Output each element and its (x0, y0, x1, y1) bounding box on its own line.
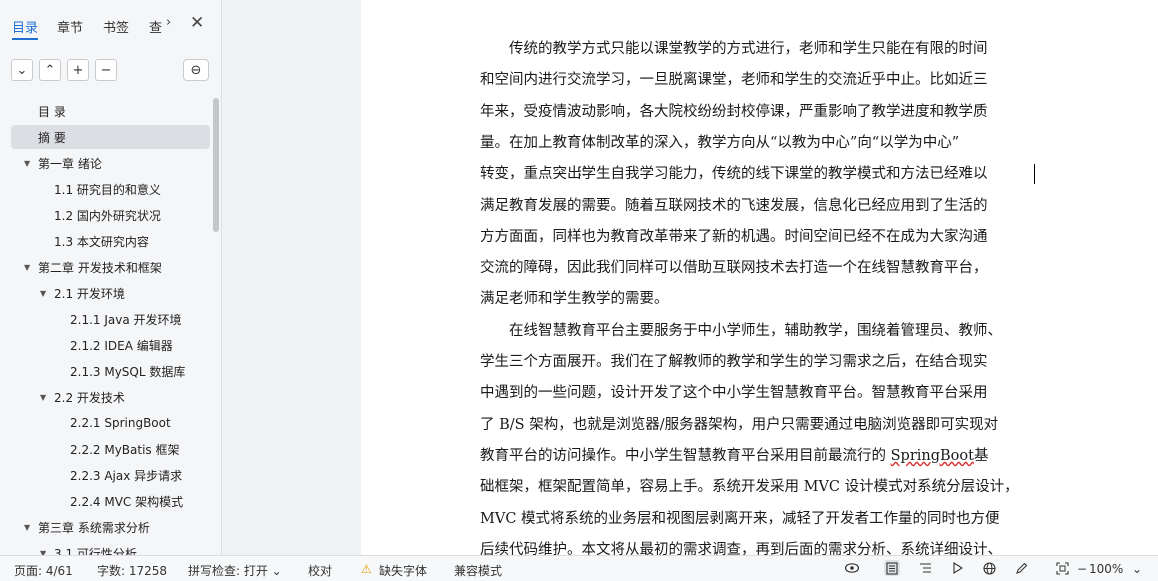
toc-item-label: 3.1 可行性分析 (54, 546, 137, 556)
zoom-out-button[interactable]: − (1077, 562, 1087, 576)
tab-toc[interactable]: 目录 (12, 17, 38, 36)
active-tab-indicator (12, 38, 38, 40)
toc-item-label: 2.2.2 MyBatis 框架 (70, 442, 180, 457)
toc-item[interactable]: 2.2.4 MVC 架构模式 (11, 489, 210, 513)
toc-item-label: 第三章 系统需求分析 (38, 520, 150, 535)
toc-item[interactable]: 目 录 (11, 99, 210, 123)
toc-list: 目 录摘 要 ▼ 第一章 绪论 1.1 研究目的和意义 1.2 国内外研究状况 1.3 本… (0, 98, 222, 555)
misspelled-word[interactable]: SpringBoot (891, 448, 974, 464)
document-page[interactable]: ⠿ 传统的教学方式只能以课堂教学的方式进行，老师和学生只能在有限的时间 和空间内进… (361, 0, 1158, 555)
document-line: 量。在加上教育体制改革的深入，教学方向从“以教为中心”向“以学为中心” (480, 134, 960, 151)
app-window: 目录 章节 书签 查 › ✕ ⌄ ⌃ + − ⊖ 目 录摘 要 ▼ 第一章 绪论 1.… (0, 0, 1158, 581)
missing-font-button[interactable]: 缺失字体 (379, 562, 427, 579)
document-line: 转变，重点突出学生自我学习能力，传统的线下课堂的教学模式和方法已经难以 (480, 166, 988, 183)
toc-item[interactable]: ▼ 第一章 绪论 (11, 151, 210, 175)
collapse-all-button[interactable]: ⌄ (11, 59, 33, 81)
document-line: 交流的障碍，因此我们同样可以借助互联网技术去打造一个在线智慧教育平台， (480, 260, 988, 277)
document-line: 和空间内进行交流学习，一旦脱离课堂，老师和学生的交流近乎中止。比如近三 (480, 72, 988, 89)
toc-item[interactable]: 2.1.2 IDEA 编辑器 (11, 333, 210, 357)
close-sidebar-icon[interactable]: ✕ (190, 13, 204, 33)
document-line: 在线智慧教育平台主要服务于中小学师生，辅助教学，围绕着管理员、教师、 (509, 322, 1002, 339)
document-line: 学生三个方面展开。我们在了解教师的教学和学生的学习需求之后，在结合现实 (480, 354, 988, 370)
toc-options-icon[interactable]: ⊖ (183, 59, 209, 81)
document-line: 教育平台的访问操作。中小学生智慧教育平台采用目前最流行的 SpringBoot基 (480, 447, 989, 464)
zoom-dropdown-icon[interactable]: ⌄ (1132, 562, 1142, 576)
document-line: MVC 模式将系统的业务层和视图层剥离开来，减轻了开发者工作量的同时也方便 (480, 510, 1000, 527)
toc-item[interactable]: 2.2.3 Ajax 异步请求 (11, 463, 210, 487)
page-view-icon[interactable] (884, 560, 900, 576)
navigation-sidebar: 目录 章节 书签 查 › ✕ ⌄ ⌃ + − ⊖ 目 录摘 要 ▼ 第一章 绪论 1.… (0, 0, 222, 555)
toc-expand-icon[interactable]: ▼ (40, 289, 46, 298)
toc-item-label: 2.1 开发环境 (54, 286, 125, 301)
fit-page-icon[interactable] (1054, 560, 1070, 576)
toc-item[interactable]: 1.2 国内外研究状况 (11, 203, 210, 227)
tab-chapters[interactable]: 章节 (57, 17, 83, 36)
web-layout-icon[interactable] (981, 560, 997, 576)
line-tail-text: 基 (973, 447, 989, 464)
eye-icon[interactable] (844, 560, 860, 576)
toc-item-label: 2.2.3 Ajax 异步请求 (70, 468, 183, 483)
toc-item[interactable]: ▼ 2.1 开发环境 (11, 281, 210, 305)
spell-check-toggle[interactable]: 拼写检查: 打开 ⌄ (188, 562, 282, 579)
toc-expand-icon[interactable]: ▼ (40, 393, 46, 402)
text-caret (1034, 164, 1035, 184)
toc-item[interactable]: ▼ 2.2 开发技术 (11, 385, 210, 409)
toc-item-label: 摘 要 (38, 130, 66, 145)
status-bar: 页面: 4/61 字数: 17258 拼写检查: 打开 ⌄ 校对 ⚠ 缺失字体 … (0, 555, 1158, 581)
tab-bookmarks[interactable]: 书签 (103, 17, 129, 36)
toc-item-label: 1.2 国内外研究状况 (54, 208, 161, 223)
toc-item[interactable]: 摘 要 (11, 125, 210, 149)
document-line: 中遇到的一些问题，设计开发了这个中小学生智慧教育平台。智慧教育平台采用 (480, 385, 988, 402)
toc-expand-icon[interactable]: ▼ (24, 523, 30, 532)
toc-item[interactable]: ▼ 第三章 系统需求分析 (11, 515, 210, 539)
toc-item[interactable]: 1.1 研究目的和意义 (11, 177, 210, 201)
proofread-button[interactable]: 校对 (308, 562, 332, 579)
outline-view-icon[interactable] (917, 560, 933, 576)
toc-item-label: 2.1.3 MySQL 数据库 (70, 364, 186, 379)
document-line: 后续代码维护。本文将从最初的需求调查，再到后面的需求分析、系统详细设计、 (480, 541, 1002, 555)
toc-item[interactable]: ▼ 第二章 开发技术和框架 (11, 255, 210, 279)
toc-item-label: 2.2 开发技术 (54, 390, 125, 405)
toc-item-label: 1.1 研究目的和意义 (54, 182, 161, 197)
play-icon[interactable] (949, 560, 965, 576)
toc-item-label: 2.2.4 MVC 架构模式 (70, 494, 184, 509)
toc-item-label: 第一章 绪论 (38, 156, 102, 171)
document-line: 传统的教学方式只能以课堂教学的方式进行，老师和学生只能在有限的时间 (509, 41, 988, 57)
remove-heading-button[interactable]: − (95, 59, 117, 81)
expand-all-button[interactable]: ⌃ (39, 59, 61, 81)
toc-item[interactable]: 1.3 本文研究内容 (11, 229, 210, 253)
toc-item[interactable]: 2.2.2 MyBatis 框架 (11, 437, 210, 461)
toc-item[interactable]: 2.1.1 Java 开发环境 (11, 307, 210, 331)
toc-scrollbar[interactable] (213, 98, 219, 232)
toc-item[interactable]: 2.2.1 SpringBoot (11, 411, 210, 435)
sidebar-tabs: 目录 章节 书签 查 › ✕ (0, 0, 222, 48)
document-line: 方方面面，同样也为教育改革带来了新的机遇。时间空间已经不在成为大家沟通 (480, 228, 988, 245)
document-area: ⠿ 传统的教学方式只能以课堂教学的方式进行，老师和学生只能在有限的时间 和空间内进… (223, 0, 1158, 555)
toc-item-label: 目 录 (38, 104, 66, 119)
tabs-more-icon[interactable]: › (166, 15, 171, 30)
toc-item-label: 第二章 开发技术和框架 (38, 260, 162, 275)
add-heading-button[interactable]: + (67, 59, 89, 81)
pen-icon[interactable] (1013, 560, 1029, 576)
toc-item[interactable]: 2.1.3 MySQL 数据库 (11, 359, 210, 383)
toc-item-label: 2.2.1 SpringBoot (70, 416, 171, 430)
compat-mode-label: 兼容模式 (454, 564, 503, 578)
document-line: 满足老师和学生教学的需要。 (480, 291, 669, 308)
toc-item-label: 1.3 本文研究内容 (54, 234, 149, 249)
toc-expand-icon[interactable]: ▼ (24, 159, 30, 168)
warning-icon: ⚠ (361, 562, 372, 576)
toc-item-label: 2.1.2 IDEA 编辑器 (70, 338, 173, 353)
toc-expand-icon[interactable]: ▼ (24, 263, 30, 272)
toc-item[interactable]: ▼ 3.1 可行性分析 (11, 541, 210, 556)
document-line: 础框架，框架配置简单，容易上手。系统开发采用 MVC 设计模式对系统分层设计， (480, 479, 1019, 496)
word-count[interactable]: 字数: 17258 (97, 562, 167, 579)
page-indicator[interactable]: 页面: 4/61 (14, 562, 73, 579)
document-line: 了 B/S 架构，也就是浏览器/服务器架构，用户只需要通过电脑浏览器即可实现对 (480, 416, 999, 433)
zoom-level[interactable]: 100% (1089, 562, 1123, 576)
toc-item-label: 2.1.1 Java 开发环境 (70, 312, 182, 327)
document-line: 满足教育发展的需要。随着互联网技术的飞速发展，信息化已经应用到了生活的 (480, 197, 988, 214)
document-line: 年来，受疫情波动影响，各大院校纷纷封校停课，严重影响了教学进度和教学质 (480, 103, 988, 120)
tab-search[interactable]: 查 (149, 17, 162, 36)
